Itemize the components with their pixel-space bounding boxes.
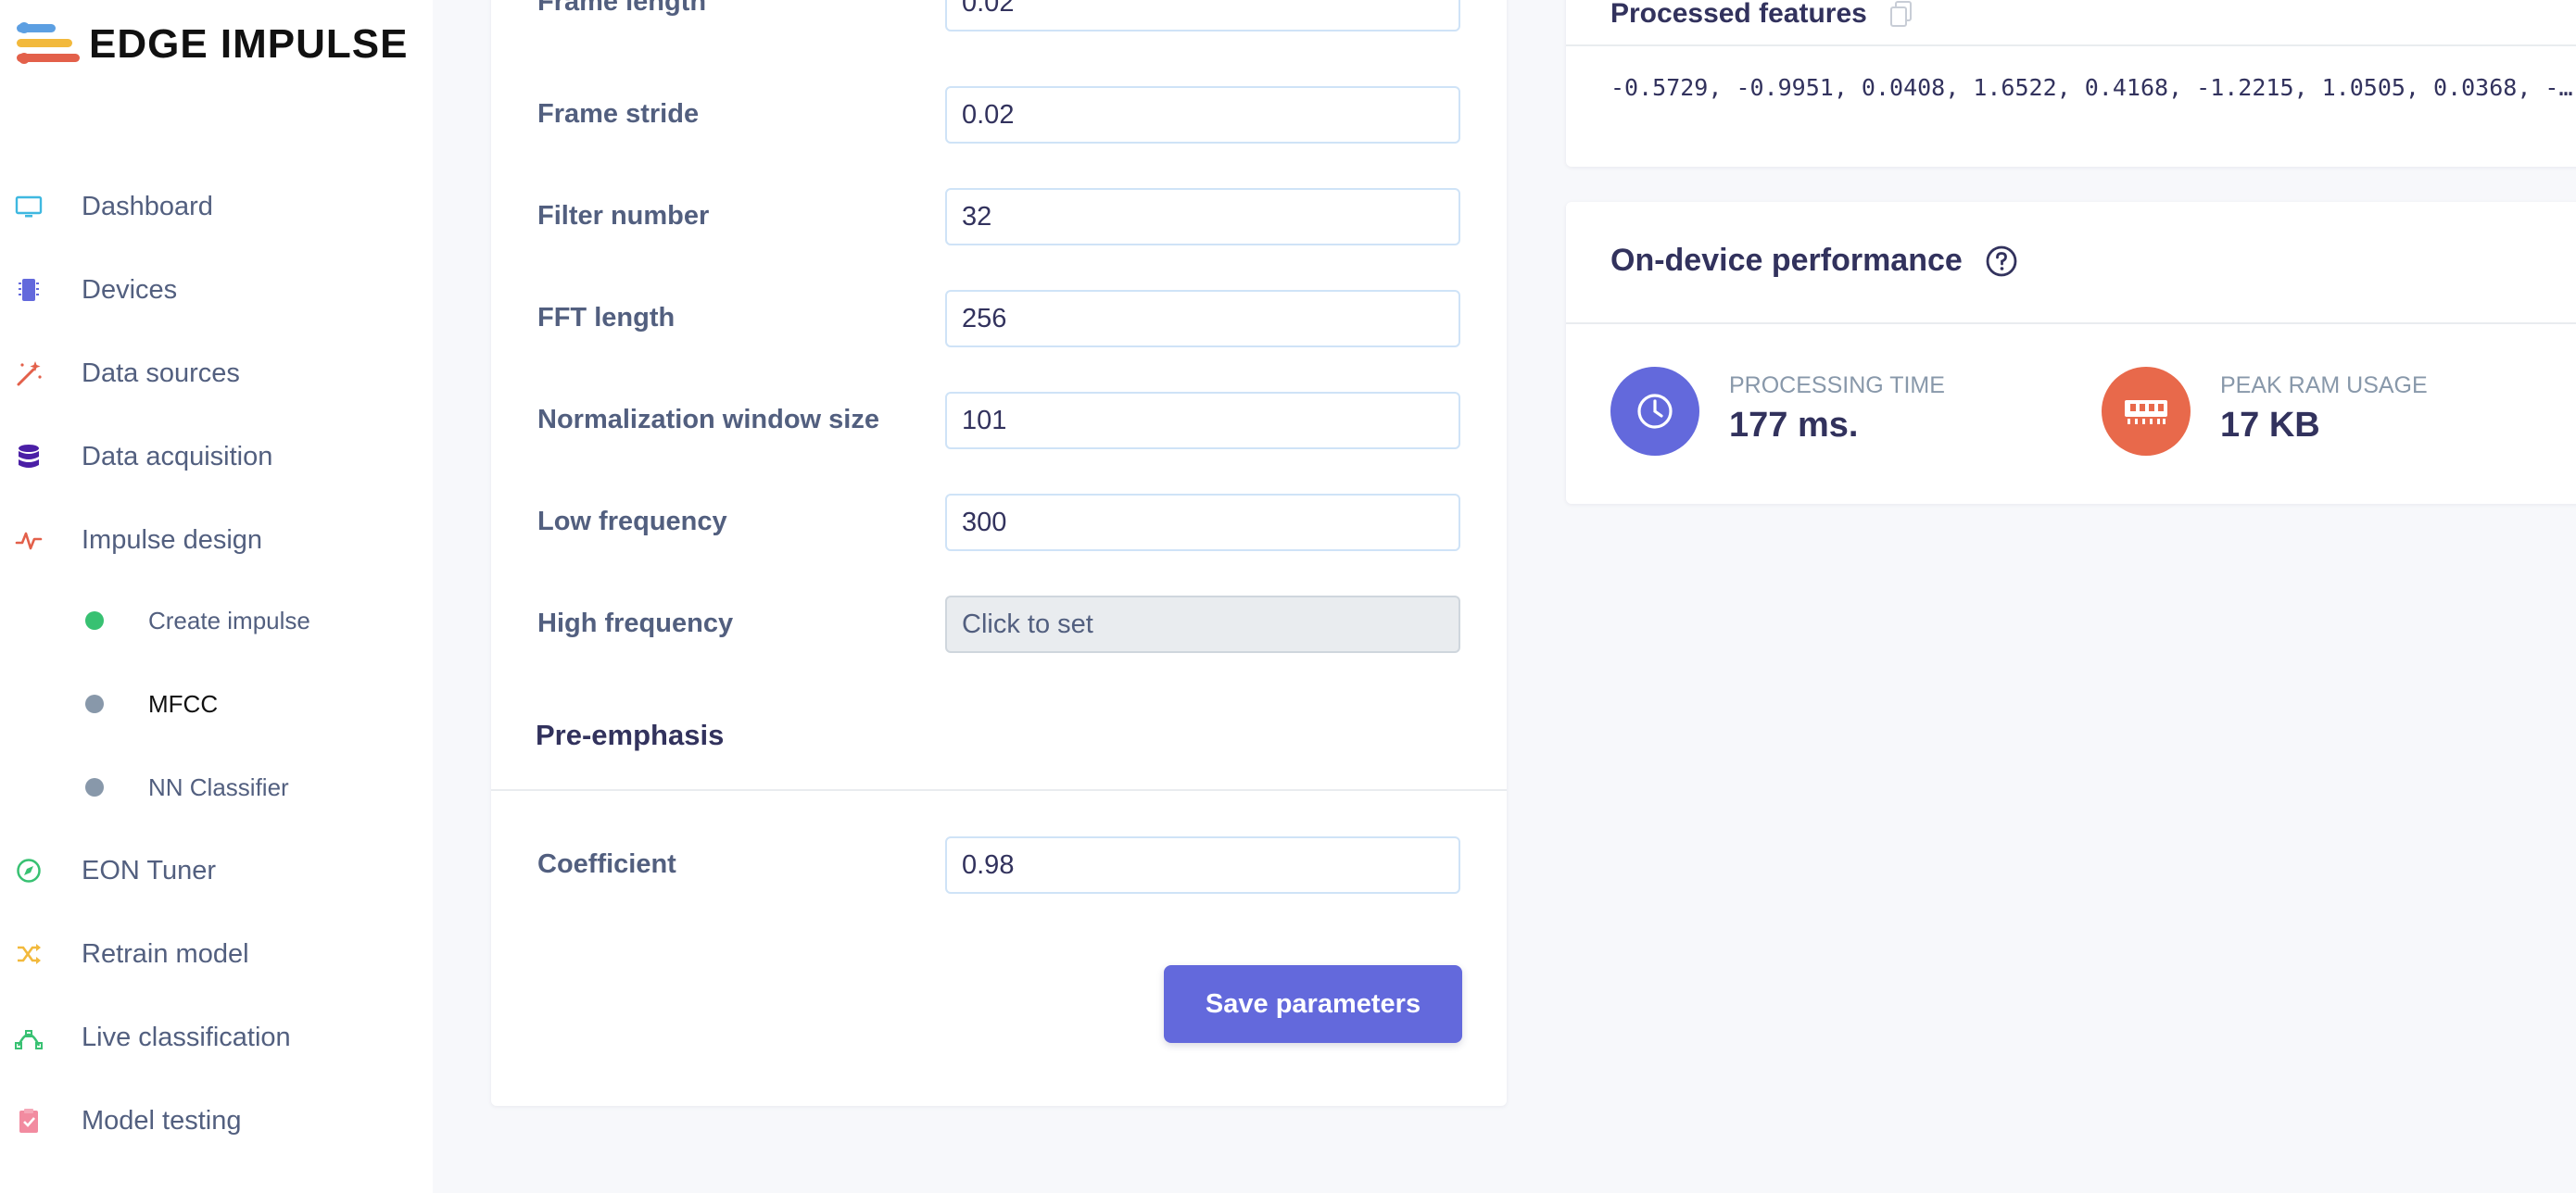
- shuffle-icon: [18, 944, 41, 964]
- sidebar-item-label: Create impulse: [148, 606, 310, 634]
- magic-wand-icon: [17, 361, 42, 386]
- peak-ram-label: PEAK RAM USAGE: [2220, 372, 2428, 398]
- coefficient-input[interactable]: [945, 836, 1460, 894]
- param-row-low-frequency: Low frequency: [491, 494, 1507, 551]
- brand-logo[interactable]: EDGE IMPULSE: [17, 20, 409, 69]
- sidebar-item-label: Live classification: [82, 1022, 291, 1052]
- param-row-fft-length: FFT length: [491, 290, 1507, 347]
- param-row-filter-number: Filter number: [491, 188, 1507, 245]
- processing-time-value: 177 ms.: [1729, 406, 1859, 445]
- sidebar-item-label: Model testing: [82, 1105, 242, 1136]
- param-row-frame-stride: Frame stride: [491, 86, 1507, 144]
- save-parameters-button[interactable]: Save parameters: [1164, 965, 1462, 1043]
- sidebar-item-label: Devices: [82, 274, 178, 305]
- memory-icon: [2102, 367, 2191, 456]
- sidebar-item-mfcc[interactable]: MFCC: [0, 676, 433, 732]
- high-frequency-input[interactable]: [945, 596, 1460, 653]
- sidebar-item-data-acquisition[interactable]: Data acquisition: [0, 429, 433, 484]
- pulse-icon: [15, 532, 43, 550]
- processed-features-values: -0.5729, -0.9951, 0.0408, 1.6522, 0.4168…: [1610, 74, 2573, 101]
- sidebar-item-label: Impulse design: [82, 524, 263, 555]
- processed-features-title: Processed features: [1610, 0, 1867, 29]
- filter-number-input[interactable]: [945, 188, 1460, 245]
- param-label: Frame stride: [537, 99, 700, 129]
- low-frequency-input[interactable]: [945, 494, 1460, 551]
- monitor-icon: [15, 195, 43, 218]
- param-label: Frame length: [537, 0, 707, 17]
- pre-emphasis-title: Pre-emphasis: [536, 719, 725, 751]
- param-row-coefficient: Coefficient: [491, 836, 1507, 894]
- frame-length-input[interactable]: [945, 0, 1460, 31]
- param-label: FFT length: [537, 303, 676, 333]
- sidebar-item-label: MFCC: [148, 689, 219, 718]
- status-dot-icon: [85, 695, 104, 713]
- sidebar-item-nn-classifier[interactable]: NN Classifier: [0, 760, 433, 815]
- sidebar: EDGE IMPULSE Dashboard Devices Data sour…: [0, 0, 433, 1193]
- sidebar-item-create-impulse[interactable]: Create impulse: [0, 593, 433, 648]
- brand-name: EDGE IMPULSE: [89, 21, 409, 67]
- sidebar-item-model-testing[interactable]: Model testing: [0, 1093, 433, 1149]
- sidebar-item-label: NN Classifier: [148, 772, 289, 801]
- sidebar-item-eon-tuner[interactable]: EON Tuner: [0, 843, 433, 898]
- section-divider: [491, 789, 1507, 791]
- param-label: Coefficient: [537, 849, 676, 879]
- param-row-normalization-window-size: Normalization window size: [491, 392, 1507, 449]
- sidebar-item-label: Data acquisition: [82, 441, 273, 471]
- clipboard-check-icon: [19, 1109, 38, 1133]
- help-icon[interactable]: [1985, 245, 2018, 278]
- sidebar-item-label: EON Tuner: [82, 855, 217, 885]
- sidebar-item-label: Dashboard: [82, 191, 213, 221]
- sidebar-item-label: Data sources: [82, 358, 240, 388]
- edge-impulse-logo-icon: [17, 20, 80, 69]
- processed-features-card: Processed features -0.5729, -0.9951, 0.0…: [1566, 0, 2576, 167]
- sidebar-item-label: Retrain model: [82, 938, 249, 969]
- param-row-high-frequency: High frequency: [491, 596, 1507, 653]
- sidebar-item-live-classification[interactable]: Live classification: [0, 1010, 433, 1065]
- status-dot-icon: [85, 611, 104, 630]
- param-label: High frequency: [537, 609, 734, 638]
- database-icon: [19, 445, 39, 468]
- sidebar-item-data-sources[interactable]: Data sources: [0, 345, 433, 401]
- sidebar-item-devices[interactable]: Devices: [0, 262, 433, 318]
- fft-length-input[interactable]: [945, 290, 1460, 347]
- param-row-frame-length: Frame length: [491, 0, 1507, 31]
- normalization-window-size-input[interactable]: [945, 392, 1460, 449]
- processing-time-label: PROCESSING TIME: [1729, 372, 1945, 398]
- status-dot-icon: [85, 778, 104, 797]
- chip-icon: [19, 279, 39, 301]
- clock-icon: [1610, 367, 1699, 456]
- param-label: Filter number: [537, 201, 710, 231]
- compass-icon: [17, 859, 41, 883]
- copy-icon[interactable]: [1888, 0, 1914, 28]
- curve-icon: [15, 1030, 43, 1049]
- sidebar-item-impulse-design[interactable]: Impulse design: [0, 512, 433, 568]
- frame-stride-input[interactable]: [945, 86, 1460, 144]
- peak-ram-value: 17 KB: [2220, 406, 2320, 445]
- card-divider: [1566, 322, 2576, 324]
- parameters-card: Frame length Frame stride Filter number …: [491, 0, 1507, 1106]
- param-label: Normalization window size: [537, 405, 879, 434]
- card-divider: [1566, 44, 2576, 46]
- sidebar-item-dashboard[interactable]: Dashboard: [0, 179, 433, 234]
- on-device-performance-card: On-device performance PROCESSING TIME 17…: [1566, 202, 2576, 504]
- on-device-performance-title: On-device performance: [1610, 243, 1963, 278]
- param-label: Low frequency: [537, 507, 727, 536]
- sidebar-item-retrain-model[interactable]: Retrain model: [0, 926, 433, 982]
